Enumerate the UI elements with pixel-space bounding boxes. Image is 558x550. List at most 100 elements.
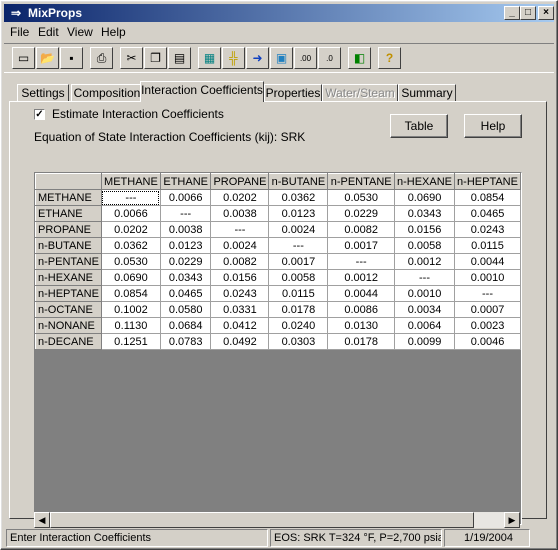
table-button[interactable]: Table	[390, 114, 448, 138]
help-icon[interactable]: ?	[378, 47, 401, 69]
coefficient-cell[interactable]: 0.0783	[159, 333, 212, 350]
coefficient-cell[interactable]: 0.0156	[393, 221, 456, 238]
coefficient-cell[interactable]: 0.0492	[210, 333, 270, 350]
tab-interaction-coefficients[interactable]: Interaction Coefficients	[140, 81, 264, 102]
coefficient-cell[interactable]: 0.0038	[159, 221, 212, 238]
arrow-right-icon[interactable]: ➜	[246, 47, 269, 69]
coefficient-cell[interactable]: 0.0229	[327, 205, 395, 222]
row-header[interactable]: n-NONANE	[35, 317, 102, 334]
coefficient-cell[interactable]: 0.0530	[100, 253, 161, 270]
coefficient-cell[interactable]: 0.0023	[454, 317, 521, 334]
coefficient-cell[interactable]: 0.0240	[268, 317, 329, 334]
menu-file[interactable]: File	[10, 25, 29, 39]
coefficient-cell[interactable]: 0.0684	[159, 317, 212, 334]
coefficient-cell[interactable]: 0.0038	[210, 205, 270, 222]
column-header[interactable]: n-HEXANE	[393, 173, 456, 190]
open-icon[interactable]: 📂	[36, 47, 59, 69]
coefficient-cell[interactable]: 0.0017	[327, 237, 395, 254]
column-header[interactable]: n-HEPTANE	[454, 173, 521, 190]
coefficient-cell[interactable]: 0.1251	[100, 333, 161, 350]
coefficient-cell[interactable]: ---	[393, 269, 456, 286]
coefficient-cell[interactable]: 0.1002	[100, 301, 161, 318]
row-header[interactable]: n-OCTANE	[35, 301, 102, 318]
crosshair-icon[interactable]: ╬	[222, 47, 245, 69]
coefficient-cell[interactable]: 0.0058	[393, 237, 456, 254]
coefficient-cell[interactable]: 0.0082	[210, 253, 270, 270]
coefficient-cell[interactable]: 0.0690	[100, 269, 161, 286]
coefficient-cell[interactable]: 0.0854	[454, 189, 521, 206]
row-header[interactable]: ETHANE	[35, 205, 102, 222]
row-header[interactable]: METHANE	[35, 189, 102, 206]
estimate-checkbox[interactable]: ✓	[34, 109, 45, 120]
coefficient-cell[interactable]: 0.0058	[268, 269, 329, 286]
coefficient-cell[interactable]: 0.0034	[393, 301, 456, 318]
column-header[interactable]: ETHANE	[159, 173, 212, 190]
estimate-label[interactable]: Estimate Interaction Coefficients	[52, 107, 224, 121]
coefficient-cell[interactable]: 0.0017	[268, 253, 329, 270]
coefficient-cell[interactable]: 0.0123	[268, 205, 329, 222]
coefficient-cell[interactable]: 0.0243	[210, 285, 270, 302]
export-icon[interactable]: ◧	[348, 47, 371, 69]
tab-summary[interactable]: Summary	[398, 84, 456, 101]
coefficient-cell[interactable]: ---	[210, 221, 270, 238]
coefficient-cell[interactable]: 0.0202	[210, 189, 270, 206]
title-bar[interactable]: ⇒ MixProps _ □ ×	[4, 4, 554, 22]
coefficient-cell[interactable]: 0.0046	[454, 333, 521, 350]
coefficient-cell[interactable]: ---	[159, 205, 212, 222]
coefficient-cell[interactable]: 0.0130	[327, 317, 395, 334]
menu-help[interactable]: Help	[101, 25, 126, 39]
coefficient-cell[interactable]: 0.0229	[159, 253, 212, 270]
coefficient-cell[interactable]: 0.0362	[268, 189, 329, 206]
decimal-increase-icon[interactable]: .00	[294, 47, 317, 69]
copy-icon[interactable]: ❐	[144, 47, 167, 69]
coefficient-cell[interactable]: 0.0010	[454, 269, 521, 286]
coefficient-cell[interactable]: 0.0412	[210, 317, 270, 334]
row-header[interactable]: n-HEXANE	[35, 269, 102, 286]
row-header[interactable]: PROPANE	[35, 221, 102, 238]
save-icon[interactable]: ▪	[60, 47, 83, 69]
maximize-button[interactable]: □	[520, 6, 536, 20]
coefficient-cell[interactable]: 0.0086	[327, 301, 395, 318]
scroll-right-button[interactable]: ▶	[504, 512, 520, 528]
help-button[interactable]: Help	[464, 114, 522, 138]
row-header[interactable]: n-PENTANE	[35, 253, 102, 270]
coefficient-cell[interactable]: 0.0024	[210, 237, 270, 254]
tab-composition[interactable]: Composition	[71, 84, 143, 101]
coefficient-cell[interactable]: 0.0243	[454, 221, 521, 238]
coefficient-cell[interactable]: 0.0156	[210, 269, 270, 286]
horizontal-scrollbar[interactable]: ◀ ▶	[34, 512, 520, 528]
cut-icon[interactable]: ✂	[120, 47, 143, 69]
coefficient-cell[interactable]: 0.0012	[327, 269, 395, 286]
coefficient-cell[interactable]: 0.0202	[100, 221, 161, 238]
row-header[interactable]: n-DECANE	[35, 333, 102, 350]
coefficient-cell[interactable]: 0.0044	[327, 285, 395, 302]
tab-properties[interactable]: Properties	[264, 84, 322, 101]
column-header[interactable]: n-BUTANE	[268, 173, 329, 190]
coefficient-cell[interactable]: 0.0580	[159, 301, 212, 318]
coefficient-cell[interactable]: 0.0064	[393, 317, 456, 334]
coefficient-cell[interactable]: 0.0343	[393, 205, 456, 222]
data-icon[interactable]: ▣	[270, 47, 293, 69]
coefficient-cell[interactable]: 0.0115	[268, 285, 329, 302]
coefficient-cell[interactable]: ---	[100, 189, 161, 206]
coefficient-cell[interactable]: 0.0178	[268, 301, 329, 318]
coefficient-cell[interactable]: 0.0178	[327, 333, 395, 350]
coefficient-grid[interactable]: METHANE ETHANE PROPANE n-BUTANE n-PENTANE n-H…	[34, 172, 522, 525]
coefficient-cell[interactable]: 0.0066	[159, 189, 212, 206]
row-header[interactable]: n-HEPTANE	[35, 285, 102, 302]
scroll-thumb[interactable]	[50, 512, 474, 528]
menu-view[interactable]: View	[67, 25, 93, 39]
decimal-decrease-icon[interactable]: .0	[318, 47, 341, 69]
coefficient-cell[interactable]: 0.0010	[393, 285, 456, 302]
coefficient-cell[interactable]: 0.0303	[268, 333, 329, 350]
coefficient-cell[interactable]: ---	[268, 237, 329, 254]
column-header[interactable]: n-PENTANE	[327, 173, 395, 190]
coefficient-cell[interactable]: 0.0099	[393, 333, 456, 350]
menu-edit[interactable]: Edit	[38, 25, 59, 39]
coefficient-cell[interactable]: ---	[327, 253, 395, 270]
coefficient-cell[interactable]: 0.0854	[100, 285, 161, 302]
coefficient-cell[interactable]: 0.0024	[268, 221, 329, 238]
paste-icon[interactable]: ▤	[168, 47, 191, 69]
coefficient-cell[interactable]: 0.0066	[100, 205, 161, 222]
coefficient-cell[interactable]: 0.0690	[393, 189, 456, 206]
